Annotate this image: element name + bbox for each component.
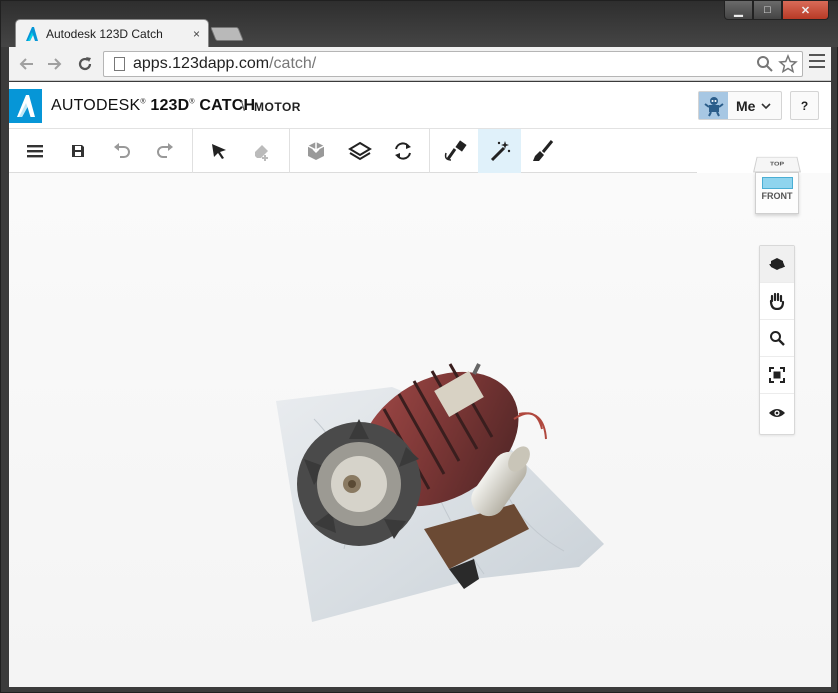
layers-icon: [347, 141, 372, 161]
brand-name: AUTODESK® 123D® CATCH: [51, 97, 255, 115]
user-menu-button[interactable]: Me: [698, 91, 782, 120]
forward-button[interactable]: [42, 52, 66, 76]
motor-3d-model[interactable]: [274, 289, 604, 624]
look-button[interactable]: [760, 394, 794, 431]
project-title[interactable]: MOTOR: [254, 100, 301, 114]
robot-avatar-icon: [703, 96, 724, 116]
fit-to-view-icon: [769, 367, 785, 383]
pan-hand-icon: [769, 292, 785, 310]
toolbar-divider: [192, 129, 193, 173]
browser-menu-icon[interactable]: [809, 54, 825, 68]
zoom-icon: [770, 331, 785, 346]
user-label: Me: [736, 97, 756, 114]
viewcube-highlight: [762, 177, 793, 189]
reload-icon: [78, 57, 92, 71]
brand-suffix: CATCH: [199, 97, 256, 114]
brand-product-mark: ®: [189, 98, 195, 106]
undo-icon: [113, 143, 130, 158]
help-button[interactable]: ?: [790, 91, 819, 120]
redo-icon: [156, 143, 173, 158]
close-window-button[interactable]: ✕: [782, 1, 829, 20]
paint-brush-button[interactable]: [521, 129, 564, 173]
refresh-icon: [394, 142, 411, 160]
magic-wand-icon: [490, 141, 510, 162]
viewcube-front-label: FRONT: [761, 191, 793, 201]
tool-bar: [9, 129, 697, 173]
new-tab-button[interactable]: [210, 27, 244, 41]
minimize-button[interactable]: ▁: [724, 1, 753, 20]
lasso-brush-button[interactable]: [434, 129, 477, 173]
viewcube[interactable]: TOP FRONT: [753, 152, 803, 216]
url-host: apps.123dapp.com: [133, 55, 270, 72]
brand-prefix: AUTODESK: [51, 97, 141, 114]
url-path: /catch/: [269, 55, 317, 72]
viewcube-top-face[interactable]: TOP: [753, 156, 801, 173]
window-controls: ▁ □ ✕: [724, 1, 829, 20]
app-header: AUTODESK® 123D® CATCH \ MOTOR Me ?: [9, 82, 831, 129]
tab-close-icon[interactable]: ×: [193, 27, 200, 41]
chevron-down-icon: [761, 102, 772, 109]
browser-window: ▁ □ ✕ Autodesk 123D Catch × apps.123dapp…: [0, 0, 838, 693]
viewcube-front-face[interactable]: FRONT: [755, 172, 799, 214]
lasso-brush-icon: [444, 140, 467, 161]
eraser-button[interactable]: [240, 129, 283, 173]
forward-arrow-icon: [48, 58, 62, 70]
fit-to-view-button[interactable]: [760, 357, 794, 394]
orbit-button[interactable]: [760, 246, 794, 283]
menu-button[interactable]: [13, 129, 56, 173]
pan-button[interactable]: [760, 283, 794, 320]
menu-icon: [26, 145, 43, 158]
zoom-button[interactable]: [760, 320, 794, 357]
avatar: [699, 92, 728, 119]
browser-tab[interactable]: Autodesk 123D Catch ×: [15, 19, 209, 47]
layers-button[interactable]: [338, 129, 381, 173]
orbit-icon: [769, 258, 785, 270]
maximize-button[interactable]: □: [753, 1, 782, 20]
select-arrow-icon: [211, 144, 226, 159]
box-tool-button[interactable]: [294, 129, 337, 173]
save-button[interactable]: [56, 129, 99, 173]
page-content: AUTODESK® 123D® CATCH \ MOTOR Me ? TOP F…: [9, 82, 831, 687]
eraser-icon: [254, 145, 268, 161]
brand-product: 123D: [150, 97, 190, 114]
toolbar-divider: [289, 129, 290, 173]
select-button[interactable]: [197, 129, 240, 173]
navigation-bar: [759, 245, 795, 435]
cube-box-icon: [307, 142, 324, 160]
redo-button[interactable]: [143, 129, 186, 173]
reload-button[interactable]: [73, 52, 97, 76]
undo-button[interactable]: [100, 129, 143, 173]
autodesk-logo-icon[interactable]: [9, 89, 42, 123]
browser-toolbar: apps.123dapp.com /catch/: [9, 47, 831, 81]
address-bar[interactable]: apps.123dapp.com /catch/: [103, 51, 803, 77]
breadcrumb-separator: \: [241, 98, 245, 114]
back-arrow-icon: [19, 58, 33, 70]
paint-brush-icon: [532, 140, 553, 161]
autodesk-favicon-icon: [26, 26, 38, 41]
bookmark-star-icon[interactable]: [778, 54, 798, 74]
page-icon: [114, 57, 125, 71]
brand-mark: ®: [140, 98, 146, 106]
eye-icon: [769, 408, 785, 417]
back-button[interactable]: [15, 52, 39, 76]
tab-title: Autodesk 123D Catch: [46, 26, 163, 41]
save-icon: [71, 145, 84, 157]
magic-wand-button[interactable]: [478, 129, 521, 173]
toolbar-divider: [429, 129, 430, 173]
refresh-button[interactable]: [381, 129, 424, 173]
search-icon[interactable]: [756, 54, 774, 74]
